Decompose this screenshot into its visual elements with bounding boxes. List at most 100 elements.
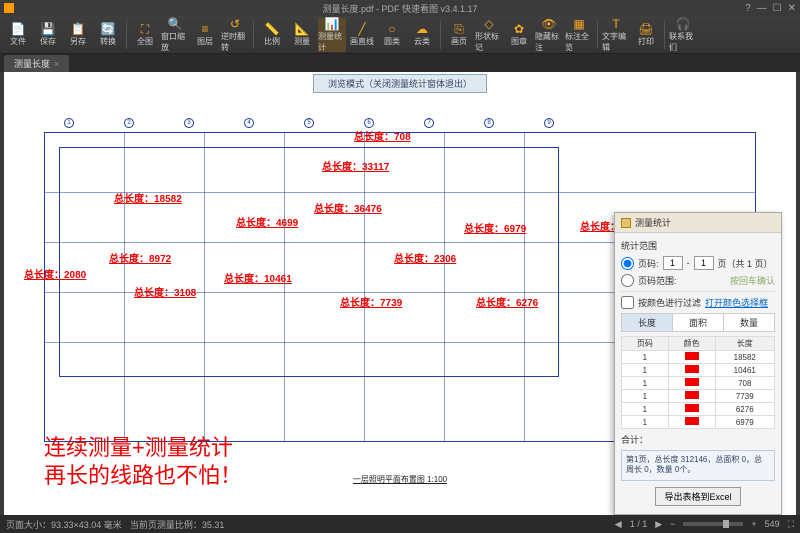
close-icon[interactable]: ✕ xyxy=(788,3,796,14)
table-row[interactable]: 16979 xyxy=(622,416,775,429)
total-label: 合计： xyxy=(621,433,775,446)
table-row[interactable]: 110461 xyxy=(622,364,775,377)
toolbar-file[interactable]: 📄文件 xyxy=(4,18,32,52)
measurement-label[interactable]: 总长度：8972 xyxy=(109,250,171,265)
document-tab[interactable]: 测量长度 × xyxy=(4,55,69,72)
measurement-label[interactable]: 总长度：2306 xyxy=(394,250,456,265)
page-from-input[interactable] xyxy=(663,256,683,270)
chk-color-filter[interactable] xyxy=(621,296,634,309)
cloud-icon: ☁ xyxy=(415,22,429,36)
measurement-label[interactable]: 总长度：6276 xyxy=(476,294,538,309)
toolbar-contact[interactable]: 🎧联系我们 xyxy=(669,18,697,52)
toolbar-fullview[interactable]: ⛶全图 xyxy=(131,18,159,52)
toolbar-pagejmp[interactable]: ⎘画页 xyxy=(445,18,473,52)
help-icon[interactable]: ? xyxy=(745,3,751,14)
tab-close-icon[interactable]: × xyxy=(54,59,59,69)
toolbar-cloud[interactable]: ☁云类 xyxy=(408,18,436,52)
title-bar: 测量长度.pdf - PDF 快速看图 v3.4.1.17 ? — ☐ ✕ xyxy=(0,0,800,16)
window-title: 测量长度.pdf - PDF 快速看图 v3.4.1.17 xyxy=(322,2,477,15)
tab-count[interactable]: 数量 xyxy=(724,314,774,331)
measure-stats-panel[interactable]: 测量统计 统计范围 页码: - 页（共 1 页） 页码范围: 按回车确认 按颜色… xyxy=(614,212,782,515)
measurement-label[interactable]: 总长度：7739 xyxy=(340,294,402,309)
tab-length[interactable]: 长度 xyxy=(622,314,673,331)
toolbar-shapemark[interactable]: ◇形状标记 xyxy=(475,18,503,52)
toolbar-save[interactable]: 💾保存 xyxy=(34,18,62,52)
toolbar-hidemark[interactable]: 👁隐藏标注 xyxy=(535,18,563,52)
measurement-label[interactable]: 总长度：708 xyxy=(354,128,411,143)
main-toolbar: 📄文件💾保存📋另存🔄转换⛶全图🔍窗口缩放≡图层↺逆时翻转📏比例📐测量📊测量统计╱… xyxy=(0,16,800,54)
open-color-picker[interactable]: 打开颜色选择框 xyxy=(705,296,768,309)
next-page-icon[interactable]: ▶ xyxy=(655,519,662,530)
toolbar-mline[interactable]: ╱画直线 xyxy=(348,18,376,52)
fullview-icon: ⛶ xyxy=(138,22,152,36)
toolbar-flip[interactable]: ↺逆时翻转 xyxy=(221,18,249,52)
color-swatch xyxy=(685,365,699,373)
winzoom-icon: 🔍 xyxy=(168,17,182,31)
mline-icon: ╱ xyxy=(355,22,369,36)
summary-box: 第1页，总长度 312146，总面积 0，总周长 0，数量 0个。 xyxy=(621,450,775,481)
measurement-label[interactable]: 总长度：10461 xyxy=(224,270,292,285)
toolbar-saveas[interactable]: 📋另存 xyxy=(64,18,92,52)
toolbar-circle[interactable]: ○圆类 xyxy=(378,18,406,52)
table-row[interactable]: 17739 xyxy=(622,390,775,403)
stats-icon xyxy=(621,218,631,228)
status-page-size: 页面大小：93.33×43.04 毫米 xyxy=(6,518,122,531)
print-icon: 🖨 xyxy=(639,22,653,36)
hidemark-icon: 👁 xyxy=(542,17,556,31)
measurement-label[interactable]: 总长度：2080 xyxy=(24,266,86,281)
slogan-text: 连续测量+测量统计 再长的线路也不怕！ xyxy=(44,434,242,491)
file-icon: 📄 xyxy=(11,22,25,36)
toolbar-convert[interactable]: 🔄转换 xyxy=(94,18,122,52)
zoom-in-icon[interactable]: + xyxy=(751,519,756,529)
toolbar-textedit[interactable]: T文字编辑 xyxy=(602,18,630,52)
toolbar-print[interactable]: 🖨打印 xyxy=(632,18,660,52)
scope-label: 统计范围 xyxy=(621,239,775,252)
measurement-label[interactable]: 总长度：3108 xyxy=(134,284,196,299)
flip-icon: ↺ xyxy=(228,17,242,31)
prev-page-icon[interactable]: ◀ xyxy=(615,519,622,530)
measurement-label[interactable]: 总长度：33117 xyxy=(322,158,389,173)
figure-title: 一层照明平面布置图 1:100 xyxy=(353,474,447,485)
panel-title: 测量统计 xyxy=(635,216,671,229)
measure-icon: 📐 xyxy=(295,22,309,36)
zoom-value: 549 xyxy=(765,519,780,529)
table-row[interactable]: 1708 xyxy=(622,377,775,390)
drawing-canvas[interactable]: 浏览模式（关闭测量统计窗体退出） 1 2 3 4 5 6 7 8 9 总长度：7… xyxy=(4,72,796,515)
convert-icon: 🔄 xyxy=(101,22,115,36)
radio-range[interactable] xyxy=(621,274,634,287)
tab-area[interactable]: 面积 xyxy=(673,314,724,331)
toolbar-layers[interactable]: ≡图层 xyxy=(191,18,219,52)
toolbar-measure[interactable]: 📐测量 xyxy=(288,18,316,52)
textedit-icon: T xyxy=(609,17,623,31)
fit-icon[interactable]: ⛶ xyxy=(788,519,794,530)
maximize-icon[interactable]: ☐ xyxy=(773,3,782,14)
toolbar-mstats[interactable]: 📊测量统计 xyxy=(318,18,346,52)
measurement-label[interactable]: 总长度：6979 xyxy=(464,220,526,235)
measurement-label[interactable]: 总长度：36476 xyxy=(314,200,382,215)
table-row[interactable]: 118582 xyxy=(622,351,775,364)
toolbar-scale[interactable]: 📏比例 xyxy=(258,18,286,52)
status-bar: 页面大小：93.33×43.04 毫米 当前页测量比例：35.31 ◀ 1 / … xyxy=(0,515,800,533)
tab-label: 测量长度 xyxy=(14,57,50,70)
minimize-icon[interactable]: — xyxy=(757,3,767,14)
toolbar-winzoom[interactable]: 🔍窗口缩放 xyxy=(161,18,189,52)
measurement-label[interactable]: 总长度：4699 xyxy=(236,214,298,229)
measurement-label[interactable]: 总长度：18582 xyxy=(114,190,182,205)
page-indicator: 1 / 1 xyxy=(630,519,648,529)
color-swatch xyxy=(685,417,699,425)
contact-icon: 🎧 xyxy=(676,17,690,31)
table-row[interactable]: 16276 xyxy=(622,403,775,416)
zoom-slider[interactable] xyxy=(683,522,743,526)
status-scale: 当前页测量比例：35.31 xyxy=(130,518,225,531)
page-to-input[interactable] xyxy=(694,256,714,270)
toolbar-stamp[interactable]: ✿图章 xyxy=(505,18,533,52)
circle-icon: ○ xyxy=(385,22,399,36)
zoom-out-icon[interactable]: − xyxy=(670,519,675,529)
stamp-icon: ✿ xyxy=(512,22,526,36)
layers-icon: ≡ xyxy=(198,22,212,36)
export-excel-button[interactable]: 导出表格到Excel xyxy=(655,487,740,506)
toolbar-labelup[interactable]: ▦标注全览 xyxy=(565,18,593,52)
panel-header[interactable]: 测量统计 xyxy=(615,213,781,233)
radio-pages[interactable] xyxy=(621,257,634,270)
color-swatch xyxy=(685,404,699,412)
